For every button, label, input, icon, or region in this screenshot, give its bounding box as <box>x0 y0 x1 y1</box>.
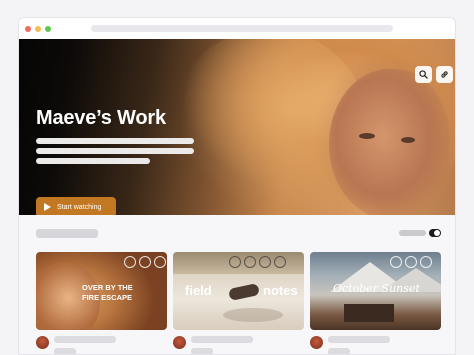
card-thumbnail-figure <box>228 283 260 301</box>
award-laurel-icon <box>124 256 136 268</box>
card-meta-line <box>328 336 390 343</box>
card-title-line: OVER BY THE <box>82 283 133 292</box>
minimize-window-button[interactable] <box>35 25 41 32</box>
search-icon <box>419 70 428 79</box>
award-laurel-icon <box>229 256 241 268</box>
award-laurel-icon <box>390 256 402 268</box>
hero-description-line <box>36 158 150 164</box>
view-toggle[interactable] <box>429 229 441 237</box>
award-laurels <box>229 256 286 268</box>
avatar <box>36 336 49 349</box>
card-meta <box>36 336 116 354</box>
card-thumbnail-shadow <box>223 308 283 322</box>
hero-description-line <box>36 138 194 144</box>
close-window-button[interactable] <box>25 25 31 32</box>
hero-description-line <box>36 148 194 154</box>
card-thumbnail-house <box>344 304 394 322</box>
award-laurels <box>390 256 432 268</box>
card-meta-line <box>54 336 116 343</box>
card-title: OVER BY THE FIRE ESCAPE <box>82 283 133 303</box>
copy-link-button[interactable] <box>436 66 453 83</box>
address-bar[interactable] <box>91 25 393 32</box>
card-title-line: FIRE ESCAPE <box>82 293 133 302</box>
film-card[interactable]: OVER BY THE FIRE ESCAPE <box>36 252 167 330</box>
card-meta-line <box>191 348 213 354</box>
award-laurels <box>124 256 166 268</box>
film-card[interactable]: October Sunset <box>310 252 441 330</box>
maximize-window-button[interactable] <box>45 25 51 32</box>
award-laurel-icon <box>405 256 417 268</box>
link-icon <box>441 71 448 78</box>
search-button[interactable] <box>415 66 432 83</box>
award-laurel-icon <box>274 256 286 268</box>
card-title: October Sunset <box>333 282 420 295</box>
avatar <box>173 336 186 349</box>
avatar <box>310 336 323 349</box>
award-laurel-icon <box>259 256 271 268</box>
card-meta-line <box>54 348 76 354</box>
card-meta <box>310 336 390 354</box>
award-laurel-icon <box>154 256 166 268</box>
card-title-left: field <box>185 283 212 298</box>
browser-window: Maeve’s Work Start watching OVER BY THE … <box>18 17 456 355</box>
start-watching-label: Start watching <box>57 203 102 211</box>
film-card[interactable]: field notes <box>173 252 304 330</box>
hero-image-eye-left <box>359 133 375 139</box>
works-section: OVER BY THE FIRE ESCAPE field notes Octo… <box>19 215 455 354</box>
start-watching-button[interactable]: Start watching <box>36 197 116 215</box>
hero-image-portrait <box>329 69 449 215</box>
hero-image-eye-right <box>401 137 415 143</box>
title-bar <box>19 18 455 39</box>
section-title-placeholder <box>36 229 98 238</box>
card-meta-line <box>191 336 253 343</box>
toggle-label-placeholder <box>399 230 426 236</box>
card-meta-line <box>328 348 350 354</box>
award-laurel-icon <box>244 256 256 268</box>
award-laurel-icon <box>420 256 432 268</box>
hero-banner: Maeve’s Work Start watching <box>19 39 455 215</box>
play-icon <box>44 203 51 211</box>
card-meta <box>173 336 253 354</box>
card-title-right: notes <box>263 283 298 298</box>
hero-title: Maeve’s Work <box>36 107 166 129</box>
award-laurel-icon <box>139 256 151 268</box>
